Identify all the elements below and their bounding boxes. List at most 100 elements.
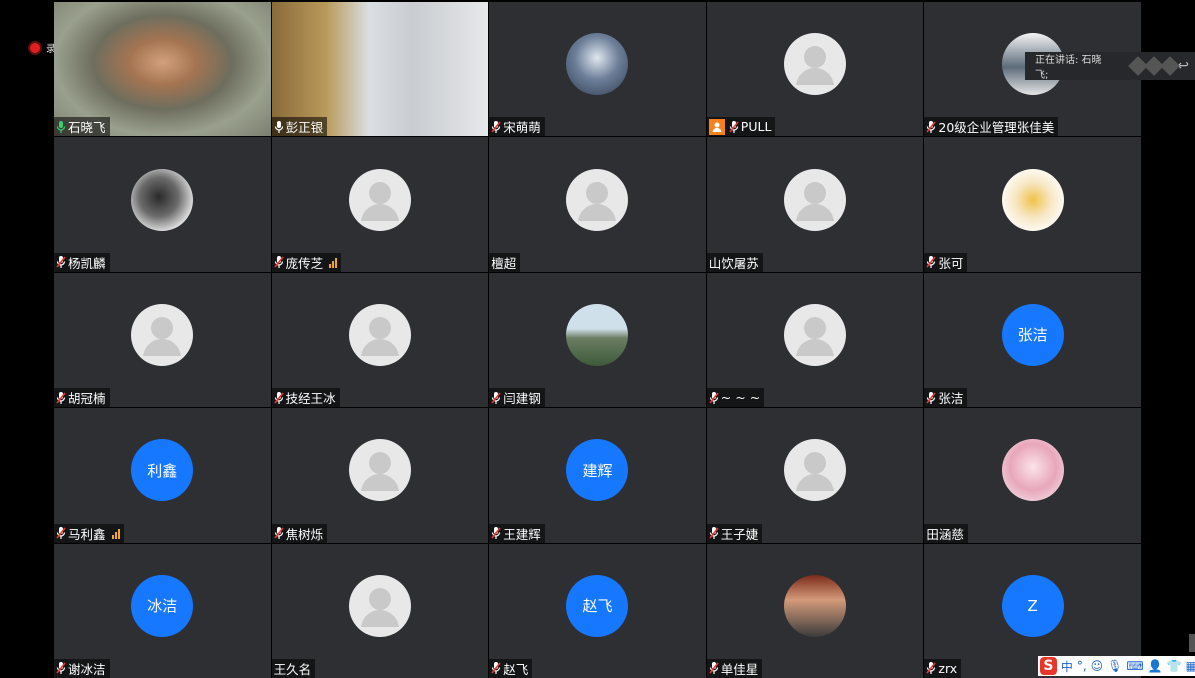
participant-name-bar: 王建辉: [489, 523, 545, 543]
participant-tile[interactable]: 王子婕: [706, 408, 924, 543]
participant-name-bar: 庞传芝: [271, 252, 342, 272]
participant-name: 王子婕: [720, 526, 759, 542]
participant-name: 王久名: [273, 661, 312, 677]
default-avatar-icon: [348, 439, 411, 502]
participant-name: 20级企业管理张佳美: [938, 120, 1055, 136]
participant-tile[interactable]: 张洁 张洁: [924, 272, 1141, 408]
participant-tile[interactable]: 张可: [924, 137, 1141, 272]
participant-tile[interactable]: 胡冠楠: [54, 272, 271, 408]
participant-name: 张可: [938, 255, 964, 271]
default-avatar-icon: [784, 33, 847, 96]
emoji-icon[interactable]: ☺: [1091, 659, 1104, 673]
participant-name-bar: 杨凯麟: [54, 252, 110, 272]
active-speaker-popup[interactable]: 正在讲话: 石晓飞; ↩: [1025, 52, 1195, 81]
participant-name: zrx: [938, 660, 958, 676]
participant-name: 檀超: [491, 255, 517, 271]
participant-name-bar: 王子婕: [706, 523, 763, 543]
toolbox-icon[interactable]: ▦: [1186, 659, 1195, 673]
participant-tile[interactable]: 彭正银: [271, 2, 489, 137]
participant-name-bar: 王久名: [271, 658, 316, 678]
participant-name: 焦树烁: [285, 526, 324, 542]
participant-tile[interactable]: 技经王冰: [271, 272, 489, 408]
default-avatar-icon: [784, 168, 847, 231]
participant-tile[interactable]: 田涵慈: [924, 408, 1141, 543]
participant-name-bar: PULL: [706, 117, 776, 137]
initials-avatar: 利鑫: [131, 439, 194, 502]
mic-muted-icon: [926, 391, 937, 405]
host-icon: [708, 118, 725, 135]
participant-name: 谢冰洁: [68, 661, 106, 677]
person-icon[interactable]: 👤: [1148, 659, 1163, 673]
participant-tile[interactable]: 闫建钢: [489, 272, 706, 408]
participant-tile[interactable]: 利鑫马利鑫: [54, 408, 271, 543]
skin-icon[interactable]: 👕: [1167, 659, 1182, 673]
mic-muted-icon: [273, 526, 284, 540]
mic-muted-icon: [709, 526, 719, 540]
photo-avatar: [1001, 439, 1064, 502]
mic-muted-icon: [56, 391, 66, 405]
sogou-logo-icon[interactable]: S: [1040, 657, 1057, 675]
active-speaker-label: 正在讲话: 石晓飞;: [1035, 55, 1102, 81]
mic-muted-icon: [709, 391, 719, 405]
side-handle[interactable]: [1189, 634, 1195, 652]
speaker-wave-icon: [1128, 56, 1181, 76]
participant-name-bar: 檀超: [489, 252, 521, 272]
signal-strength-icon: [329, 257, 338, 268]
initials-avatar: 赵飞: [566, 574, 629, 637]
participant-name-bar: ~ ~ ~: [706, 388, 765, 408]
participant-tile[interactable]: 赵飞 赵飞: [489, 543, 706, 678]
participant-tile[interactable]: 冰洁 谢冰洁: [54, 543, 271, 678]
mic-muted-icon: [491, 391, 501, 405]
participant-tile[interactable]: 王久名: [271, 543, 489, 678]
mic-muted-icon: [926, 661, 937, 675]
participant-name-bar: 马利鑫: [54, 523, 124, 543]
ime-mode[interactable]: 中: [1061, 658, 1073, 675]
participant-tile[interactable]: 焦树烁: [271, 408, 489, 543]
mic-muted-icon: [56, 255, 66, 269]
participant-tile[interactable]: PULL: [706, 2, 924, 137]
mic-muted-icon: [491, 661, 501, 675]
participant-name: PULL: [740, 119, 772, 135]
default-avatar-icon: [784, 439, 847, 502]
photo-avatar: [1001, 168, 1064, 231]
mic-icon: [274, 120, 284, 134]
mic-muted-icon: [491, 120, 501, 134]
participant-name-bar: 田涵慈: [924, 523, 968, 543]
participant-tile[interactable]: 杨凯麟: [54, 137, 271, 272]
participant-tile[interactable]: 建辉 王建辉: [489, 408, 706, 543]
participant-name: 宋萌萌: [503, 120, 541, 136]
participant-name-bar: 彭正银: [271, 117, 328, 137]
participant-tile[interactable]: 檀超: [489, 137, 706, 272]
participant-name: 赵飞: [503, 661, 529, 677]
participant-name-bar: 张可: [924, 252, 968, 272]
participant-name: 技经王冰: [285, 391, 336, 407]
default-avatar-icon: [784, 304, 847, 367]
mic-muted-icon: [729, 120, 739, 134]
participant-name-bar: 宋萌萌: [489, 117, 545, 137]
participant-tile[interactable]: 宋萌萌: [489, 2, 706, 137]
mic-muted-icon: [56, 526, 66, 540]
mic-muted-icon: [491, 526, 501, 540]
participant-tile[interactable]: 石晓飞: [54, 2, 271, 137]
default-avatar-icon: [348, 168, 411, 231]
participant-tile[interactable]: ~ ~ ~: [706, 272, 924, 408]
participant-name-bar: 焦树烁: [271, 523, 328, 543]
participant-name-bar: 赵飞: [489, 658, 533, 678]
participant-grid: 石晓飞 彭正银 宋萌萌 PULL 20级企业管理张佳美杨凯麟 庞传芝 檀超 山饮屠苏 张可胡冠楠…: [54, 2, 1141, 678]
participant-name-bar: 张洁: [924, 388, 968, 408]
ime-punctuation[interactable]: °,: [1077, 659, 1087, 673]
default-avatar-icon: [348, 304, 411, 367]
participant-name-bar: 胡冠楠: [54, 388, 110, 408]
mic-icon: [56, 120, 66, 134]
voice-icon[interactable]: 🎙: [1107, 659, 1122, 673]
participant-name: 田涵慈: [926, 526, 964, 542]
ime-toolbar[interactable]: S 中 °, ☺ 🎙 ⌨ 👤 👕 ▦: [1038, 656, 1195, 676]
keyboard-icon[interactable]: ⌨: [1126, 659, 1143, 673]
initials-avatar: Z: [1001, 574, 1064, 637]
mic-muted-icon: [273, 255, 284, 269]
participant-tile[interactable]: 庞传芝: [271, 137, 489, 272]
participant-tile[interactable]: 单佳星: [706, 543, 924, 678]
participant-name-bar: 谢冰洁: [54, 658, 110, 678]
participant-name: 单佳星: [720, 661, 759, 677]
participant-tile[interactable]: 山饮屠苏: [706, 137, 924, 272]
